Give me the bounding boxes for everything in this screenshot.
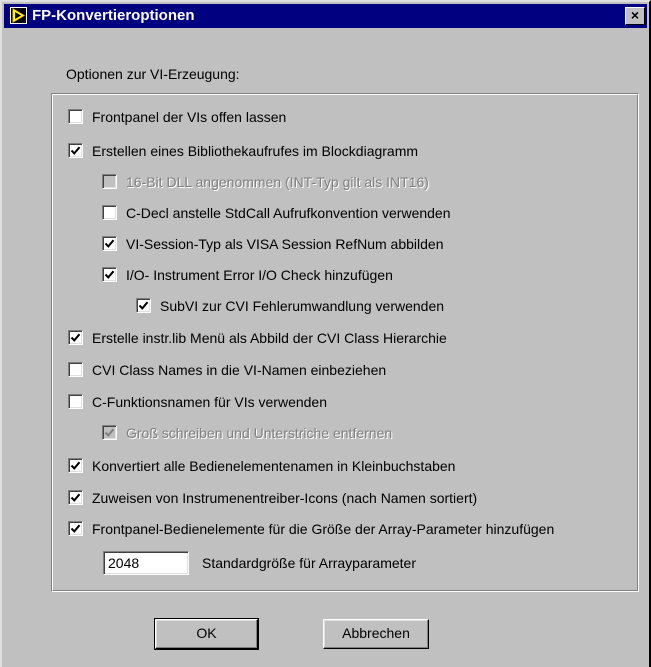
checkbox[interactable]	[68, 521, 83, 536]
option-label: Zuweisen von Instrumenentreiber-Icons (n…	[92, 490, 478, 506]
checkbox[interactable]	[68, 490, 83, 505]
option-label: Erstelle instr.lib Menü als Abbild der C…	[92, 330, 447, 346]
checkbox[interactable]	[102, 174, 117, 189]
checkbox[interactable]	[102, 267, 117, 282]
window-title: FP-Konvertieroptionen	[32, 7, 195, 24]
cancel-button[interactable]: Abbrechen	[323, 619, 429, 649]
option-label: C-Funktionsnamen für VIs verwenden	[92, 394, 327, 410]
close-icon[interactable]: ×	[625, 7, 645, 25]
checkbox[interactable]	[68, 394, 83, 409]
option-label: Erstellen eines Bibliothekaufrufes im Bl…	[92, 143, 419, 159]
dialog-window: FP-Konvertieroptionen × Optionen zur VI-…	[0, 0, 651, 667]
options-section-label: Optionen zur VI-Erzeugung:	[66, 66, 240, 82]
option-label: I/O- Instrument Error I/O Check hinzufüg…	[126, 267, 393, 283]
array-size-label: Standardgröße für Arrayparameter	[202, 555, 416, 571]
option-label: CVI Class Names in die VI-Namen einbezie…	[92, 362, 387, 378]
checkbox[interactable]	[68, 109, 83, 124]
checkbox[interactable]	[68, 458, 83, 473]
checkbox[interactable]	[102, 236, 117, 251]
checkbox[interactable]	[68, 362, 83, 377]
option-label: C-Decl anstelle StdCall Aufrufkonvention…	[126, 205, 451, 221]
option-label: SubVI zur CVI Fehlerumwandlung verwenden	[160, 298, 445, 314]
option-label: Frontpanel der VIs offen lassen	[92, 109, 287, 125]
checkbox[interactable]	[68, 143, 83, 158]
option-label: Groß schreiben und Unterstriche entferne…	[126, 425, 393, 441]
option-label: VI-Session-Typ als VISA Session RefNum a…	[126, 236, 444, 252]
ok-button[interactable]: OK	[154, 618, 259, 650]
checkbox[interactable]	[68, 330, 83, 345]
option-label: 16-Bit DLL angenommen (INT-Typ gilt als …	[126, 174, 429, 190]
option-label: Konvertiert alle Bedienelementenamen in …	[92, 458, 456, 474]
checkbox[interactable]	[136, 298, 151, 313]
array-size-input[interactable]	[103, 551, 189, 575]
checkbox[interactable]	[102, 425, 117, 440]
checkbox[interactable]	[102, 205, 117, 220]
title-bar[interactable]: FP-Konvertieroptionen ×	[4, 4, 647, 28]
option-label: Frontpanel-Bedienelemente für die Größe …	[92, 521, 555, 537]
labview-app-icon	[10, 7, 27, 24]
